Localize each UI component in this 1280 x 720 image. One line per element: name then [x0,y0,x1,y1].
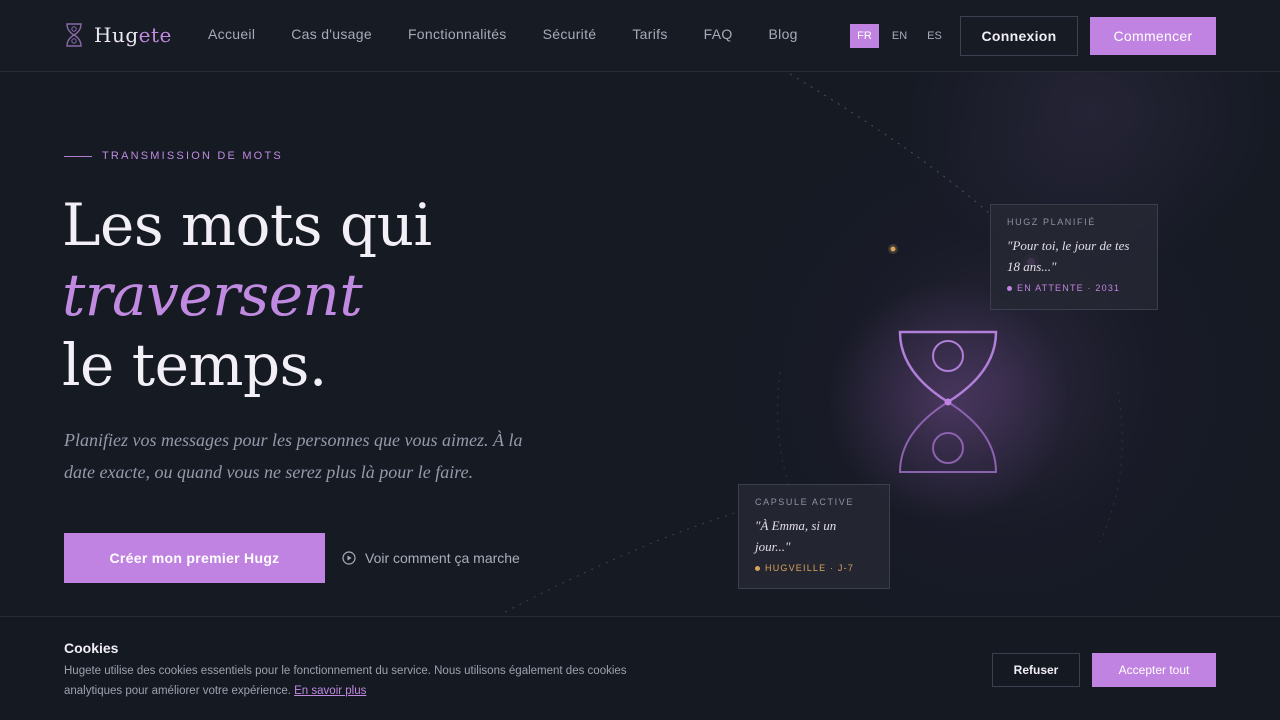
card-status: HUGVEILLE · J-7 [755,563,873,573]
logo[interactable]: Hugete [64,22,172,48]
main-nav: Accueil Cas d'usage Fonctionnalités Sécu… [208,26,834,42]
login-button[interactable]: Connexion [960,16,1078,56]
eyebrow-line [64,155,92,157]
active-capsule-card: CAPSULE ACTIVE "À Emma, si un jour..." H… [738,484,890,589]
play-circle-icon [342,551,356,565]
nav-item-blog[interactable]: Blog [769,26,798,42]
hourglass-illustration [504,73,1123,613]
hero-illustration: HUGZ PLANIFIÉ "Pour toi, le jour de tes … [500,72,1280,620]
lang-es[interactable]: ES [920,24,949,48]
refuse-cookies-button[interactable]: Refuser [992,653,1080,687]
start-button[interactable]: Commencer [1090,17,1216,55]
nav-item-fonctionnalites[interactable]: Fonctionnalités [408,26,507,42]
card-quote: "À Emma, si un jour..." [755,518,837,554]
create-hugz-button[interactable]: Créer mon premier Hugz [64,533,325,583]
nav-item-accueil[interactable]: Accueil [208,26,255,42]
status-dot-icon [755,565,760,571]
nav-item-tarifs[interactable]: Tarifs [632,26,667,42]
logo-text: Hugete [94,23,172,47]
hero-title: Les mots qui traversent le temps. [62,190,432,400]
cookie-title: Cookies [64,640,119,656]
hero-title-line-1: Les mots qui [62,191,432,259]
lang-en[interactable]: EN [885,24,914,48]
hero-subtitle: Planifiez vos messages pour les personne… [64,430,523,482]
card-label: HUGZ PLANIFIÉ [1007,217,1096,227]
lang-fr[interactable]: FR [850,24,879,48]
card-label: CAPSULE ACTIVE [755,497,854,507]
hero-title-line-3: le temps. [62,331,327,399]
hourglass-logo-icon [66,23,82,47]
cookie-banner: Cookies Hugete utilise des cookies essen… [0,616,1280,720]
status-dot-icon [1007,285,1012,291]
nav-item-cas-usage[interactable]: Cas d'usage [291,26,372,42]
how-it-works-link[interactable]: Voir comment ça marche [342,550,520,566]
hero-title-line-2: traversent [62,261,363,329]
scheduled-hugz-card: HUGZ PLANIFIÉ "Pour toi, le jour de tes … [990,204,1158,310]
site-header: Hugete Accueil Cas d'usage Fonctionnalit… [0,0,1280,72]
accept-cookies-button[interactable]: Accepter tout [1092,653,1216,687]
card-quote: "Pour toi, le jour de tes 18 ans..." [1007,238,1130,274]
nav-item-securite[interactable]: Sécurité [543,26,597,42]
hero-eyebrow: TRANSMISSION DE MOTS [64,150,283,162]
language-switcher: FR EN ES [850,24,949,48]
cookie-text: Hugete utilise des cookies essentiels po… [64,665,627,697]
cookie-learn-more-link[interactable]: En savoir plus [294,685,366,697]
card-status: EN ATTENTE · 2031 [1007,283,1141,293]
nav-item-faq[interactable]: FAQ [704,26,733,42]
